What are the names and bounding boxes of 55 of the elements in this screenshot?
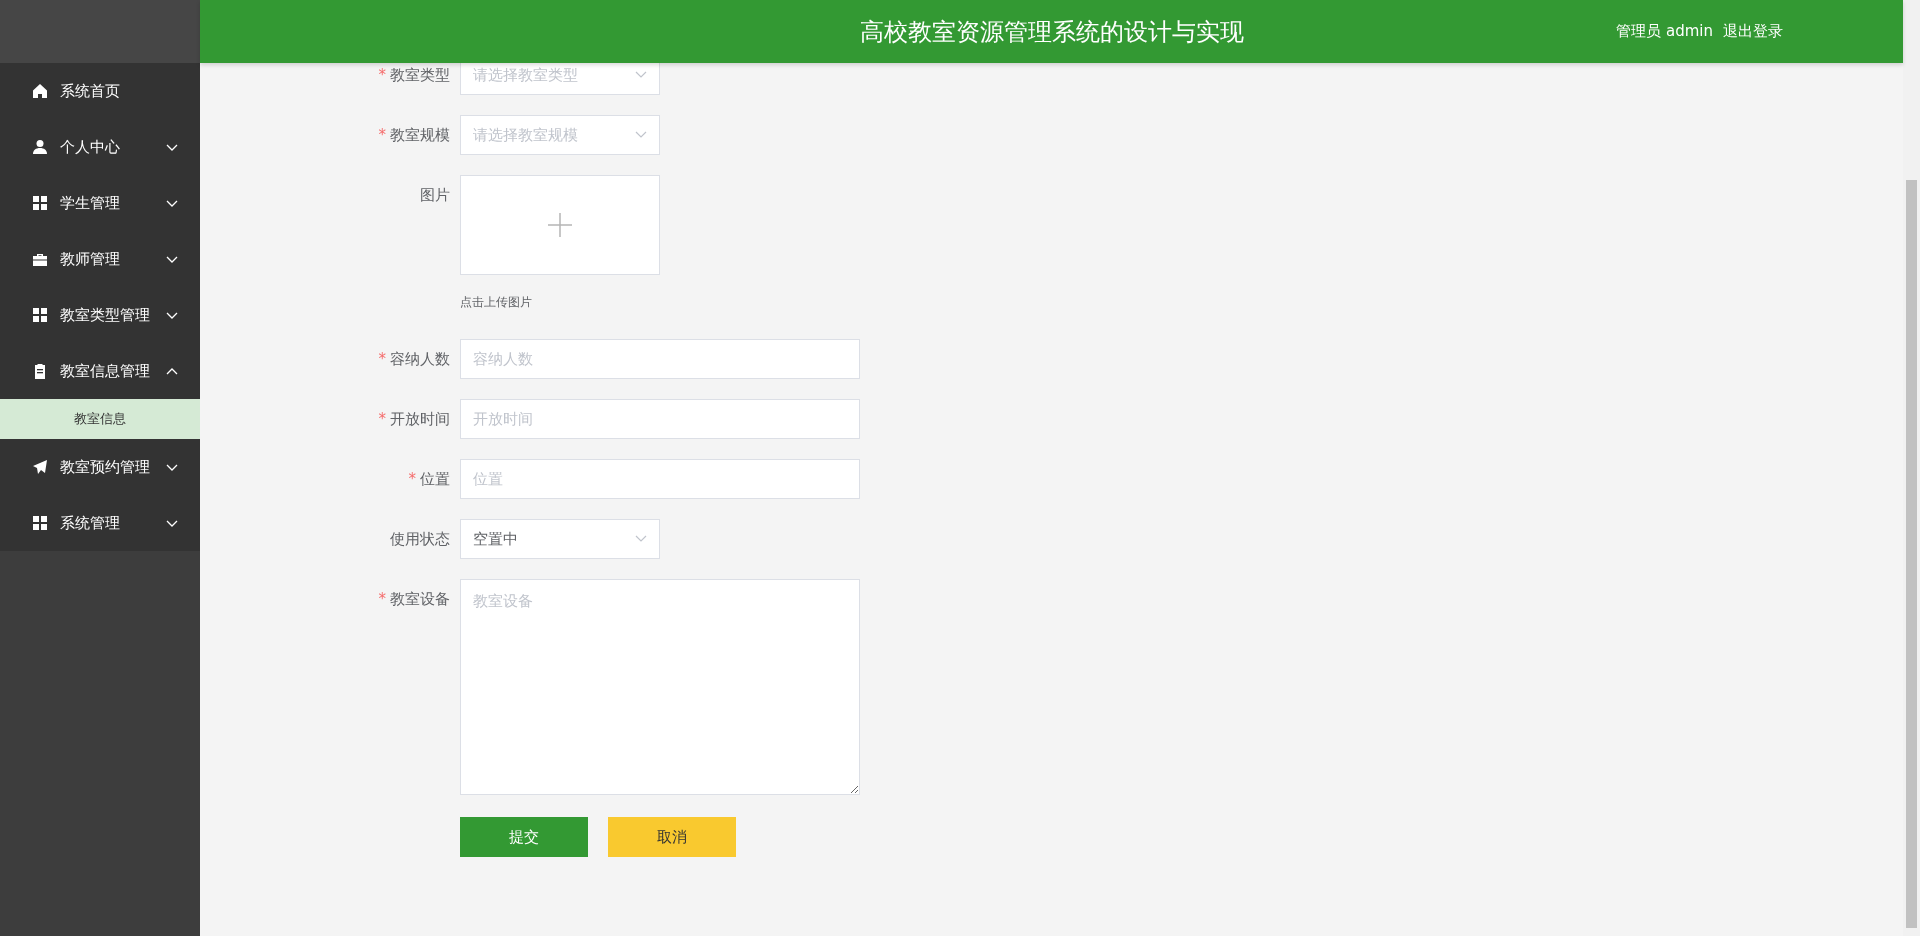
menu-item[interactable]: 学生管理 xyxy=(0,175,200,231)
menu-item[interactable]: 教室类型管理 xyxy=(0,287,200,343)
label-text: 开放时间 xyxy=(390,410,450,428)
field-label: 使用状态 xyxy=(389,529,450,550)
menu-item[interactable]: 系统首页 xyxy=(0,63,200,119)
chevron-down-icon xyxy=(166,142,178,152)
required-mark: * xyxy=(378,350,386,368)
menu-item[interactable]: 教师管理 xyxy=(0,231,200,287)
chevron-up-icon xyxy=(166,366,178,376)
plus-icon xyxy=(548,213,572,237)
menu-item[interactable]: 教室信息管理 xyxy=(0,343,200,399)
home-icon xyxy=(32,83,48,99)
grid-icon xyxy=(32,307,48,323)
input-field[interactable]: 开放时间 xyxy=(460,399,860,439)
logout-link[interactable]: 退出登录 xyxy=(1723,20,1783,43)
submenu-item[interactable]: 教室信息 xyxy=(0,399,200,439)
label-text: 教室类型 xyxy=(390,66,450,84)
label-text: 容纳人数 xyxy=(390,350,450,368)
chevron-down-icon xyxy=(166,518,178,528)
label-text: 位置 xyxy=(420,470,450,488)
chevron-down-icon xyxy=(635,131,647,139)
chevron-down-icon xyxy=(635,71,647,79)
field-label: 图片 xyxy=(419,185,450,206)
scrollbar-thumb[interactable] xyxy=(1906,180,1917,928)
upload-hint: 点击上传图片 xyxy=(460,294,533,311)
input-field[interactable]: 容纳人数 xyxy=(460,339,860,379)
paper-plane-icon xyxy=(32,459,48,475)
chevron-down-icon xyxy=(635,535,647,543)
text-area[interactable]: 教室设备 xyxy=(460,579,860,795)
chevron-down-icon xyxy=(166,310,178,320)
clipboard-icon xyxy=(32,363,48,379)
chevron-down-icon xyxy=(166,198,178,208)
required-mark: * xyxy=(408,470,416,488)
label-text: 教室设备 xyxy=(390,590,450,608)
select-field[interactable]: 空置中 xyxy=(460,519,660,559)
briefcase-icon xyxy=(32,251,48,267)
required-mark: * xyxy=(378,126,386,144)
app-title: 高校教室资源管理系统的设计与实现 xyxy=(859,16,1244,48)
required-mark: * xyxy=(378,66,386,84)
cancel-button[interactable]: 取消 xyxy=(608,817,736,857)
chevron-down-icon xyxy=(166,254,178,264)
menu-item[interactable]: 教室预约管理 xyxy=(0,439,200,495)
user-icon xyxy=(32,139,48,155)
grid-icon xyxy=(32,515,48,531)
upload-box[interactable] xyxy=(460,175,660,275)
user-name: 管理员 admin xyxy=(1616,21,1713,43)
grid-icon xyxy=(32,195,48,211)
label-text: 教室规模 xyxy=(390,126,450,144)
required-mark: * xyxy=(378,410,386,428)
submit-button[interactable]: 提交 xyxy=(460,817,588,857)
required-mark: * xyxy=(378,590,386,608)
menu-item[interactable]: 系统管理 xyxy=(0,495,200,551)
chevron-down-icon xyxy=(166,462,178,472)
menu-item[interactable]: 个人中心 xyxy=(0,119,200,175)
input-field[interactable]: 位置 xyxy=(460,459,860,499)
